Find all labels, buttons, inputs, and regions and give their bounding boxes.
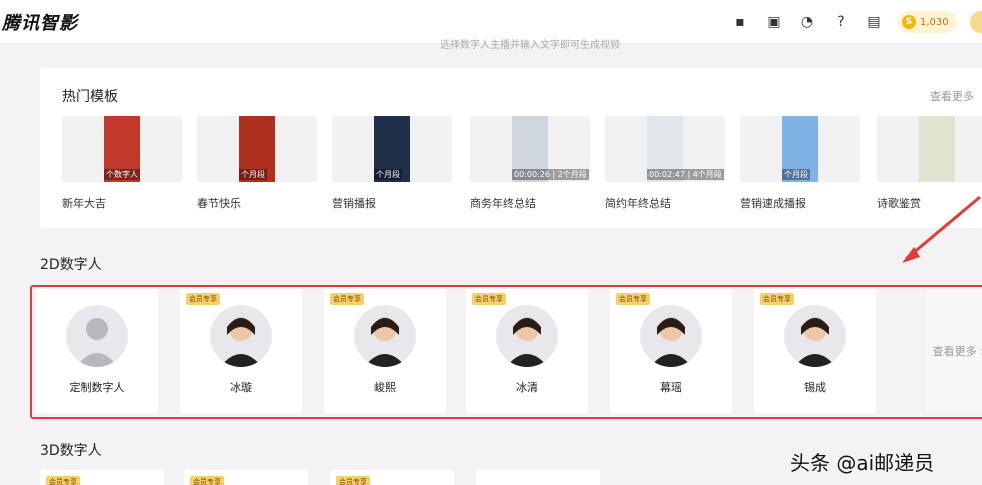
template-name: 春节快乐: [197, 197, 241, 210]
avatar-portrait: [640, 305, 702, 367]
app-logo[interactable]: 腾讯智影: [2, 9, 78, 35]
user-avatar[interactable]: [970, 11, 982, 33]
digital-human-name: 锡成: [804, 381, 826, 394]
member-badge: 会员专享: [46, 476, 80, 485]
template-name: 简约年终总结: [605, 197, 671, 210]
avatar-portrait: [784, 305, 846, 367]
message-icon[interactable]: ▤: [865, 13, 883, 31]
digital-human-name: 峻熙: [374, 381, 396, 394]
digital-human-card[interactable]: 会员专享锡成: [754, 289, 876, 413]
template-thumbnail: [919, 116, 955, 182]
monitor-icon[interactable]: ▪: [731, 13, 749, 31]
digital-human-name: 幕瑶: [660, 381, 682, 394]
page-hint: 选择数字人主播并输入文字即可生成视频: [440, 40, 620, 51]
template-name: 新年大吉: [62, 197, 106, 210]
template-card[interactable]: 个月段: [740, 116, 860, 182]
member-badge: 会员专享: [616, 293, 650, 305]
template-duration-tag: 个月段: [239, 169, 267, 180]
digital-human-card[interactable]: 定制数字人: [36, 289, 158, 413]
member-badge: 会员专享: [472, 293, 506, 305]
template-card[interactable]: 个数字人: [62, 116, 182, 182]
avatar-portrait: [210, 305, 272, 367]
template-duration-tag: 个月段: [374, 169, 402, 180]
help-icon[interactable]: ?: [832, 13, 850, 31]
member-badge: 会员专享: [336, 476, 370, 485]
watermark: 头条 @ai邮递员: [790, 451, 935, 475]
template-card[interactable]: 个月段: [332, 116, 452, 182]
coin-icon: S: [902, 15, 916, 29]
template-card[interactable]: [877, 116, 982, 182]
annotation-arrow: [902, 195, 981, 263]
digital-2d-more-link[interactable]: 查看更多 >: [926, 289, 982, 413]
digital-3d-card[interactable]: [476, 470, 600, 485]
template-card[interactable]: 00:00:26 | 2个月段: [470, 116, 590, 182]
avatar-portrait: [354, 305, 416, 367]
coin-balance[interactable]: S 1,030: [898, 11, 957, 33]
digital-human-name: 冰清: [516, 381, 538, 394]
templates-section: 热门模板 查看更多 个数字人新年大吉 个月段春节快乐 个月段营销播报 00:00:26…: [40, 68, 982, 228]
section-2d-title: 2D数字人: [40, 257, 102, 273]
avatar-portrait: [496, 305, 558, 367]
template-duration-tag: 00:02:47 | 4个月段: [647, 169, 724, 180]
digital-3d-card[interactable]: 会员专享: [184, 470, 308, 485]
digital-human-card[interactable]: 会员专享幕瑶: [610, 289, 732, 413]
digital-human-card[interactable]: 会员专享峻熙: [324, 289, 446, 413]
digital-3d-card[interactable]: 会员专享: [40, 470, 164, 485]
digital-human-name: 冰璇: [230, 381, 252, 394]
template-card[interactable]: 00:02:47 | 4个月段: [605, 116, 725, 182]
member-badge: 会员专享: [190, 476, 224, 485]
digital-human-card[interactable]: 会员专享冰清: [466, 289, 588, 413]
clipboard-icon[interactable]: ▣: [765, 13, 783, 31]
avatar-portrait: [66, 305, 128, 367]
digital-3d-card[interactable]: 会员专享: [330, 470, 454, 485]
template-duration-tag: 个月段: [782, 169, 810, 180]
member-badge: 会员专享: [330, 293, 364, 305]
template-name: 商务年终总结: [470, 197, 536, 210]
template-name: 营销速成播报: [740, 197, 806, 210]
digital-human-2d-row: 定制数字人 会员专享 冰璇 会员专享 峻熙 会员专享 冰清 会员专享 幕瑶 会员专享 锡成 查看更多…: [30, 285, 982, 419]
templates-more-link[interactable]: 查看更多: [930, 88, 974, 104]
member-badge: 会员专享: [186, 293, 220, 305]
section-3d-title: 3D数字人: [40, 443, 102, 459]
template-duration-tag: 个数字人: [104, 169, 140, 180]
template-duration-tag: 00:00:26 | 2个月段: [512, 169, 589, 180]
digital-human-name: 定制数字人: [69, 381, 125, 394]
member-badge: 会员专享: [760, 293, 794, 305]
template-name: 营销播报: [332, 197, 376, 210]
templates-title: 热门模板: [62, 89, 118, 105]
coin-amount: 1,030: [920, 16, 949, 28]
digital-human-card[interactable]: 会员专享冰璇: [180, 289, 302, 413]
headset-icon[interactable]: ◔: [798, 13, 816, 31]
template-card[interactable]: 个月段: [197, 116, 317, 182]
